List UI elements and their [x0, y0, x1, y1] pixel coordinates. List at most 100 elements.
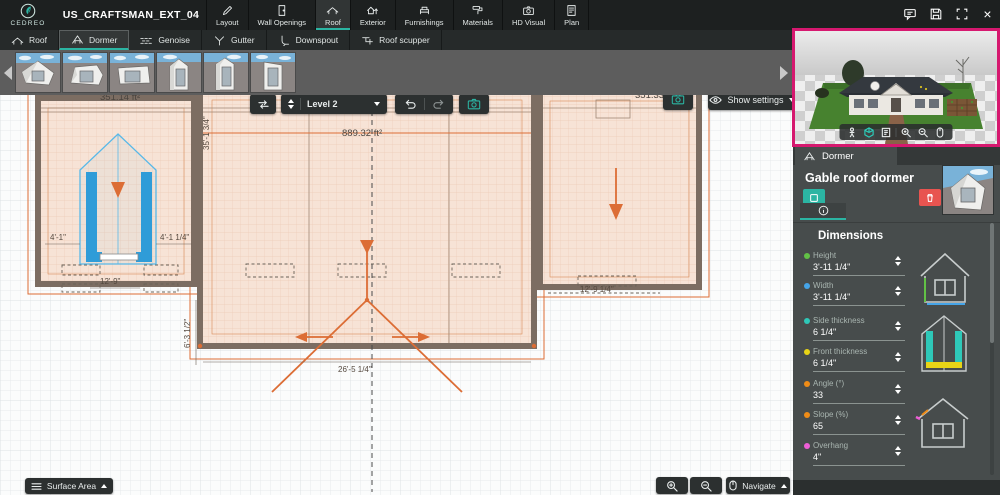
front-thickness-input[interactable]: 6 1/4" — [813, 358, 905, 372]
level-stepper[interactable] — [288, 99, 294, 109]
tab-roof[interactable]: Roof — [315, 0, 350, 30]
dormer-type-flat-thumb[interactable] — [110, 53, 154, 92]
front-thickness-stepper[interactable] — [895, 352, 901, 362]
angle-overhang-diagram — [910, 395, 976, 453]
angle-stepper[interactable] — [895, 384, 901, 394]
dormer-icon — [71, 34, 84, 45]
dormer-preview-thumbnail[interactable] — [943, 166, 993, 214]
roof-section-right — [540, 91, 699, 287]
dormer-type-wall-tall-thumb[interactable] — [204, 53, 248, 92]
level-selector-dropdown[interactable]: Level 2 — [281, 94, 387, 114]
tool-genoise[interactable]: Genoise — [129, 30, 202, 50]
dormer-type-wall-gable-thumb[interactable] — [157, 53, 201, 92]
angle-input[interactable]: 33 — [813, 390, 905, 404]
tool-roof[interactable]: Roof — [0, 30, 59, 50]
zoom-in-button[interactable] — [656, 477, 688, 494]
navigate-label: Navigate — [742, 481, 776, 491]
sync-levels-button[interactable] — [250, 94, 276, 114]
field-overhang: Overhang 4" — [813, 441, 905, 466]
preview-zoom-out-button[interactable] — [916, 126, 931, 138]
width-stepper[interactable] — [895, 286, 901, 296]
dim-right-width: 12'-9 1/4" — [580, 285, 614, 294]
delete-dormer-button[interactable] — [919, 189, 941, 206]
tab-wall-openings[interactable]: Wall Openings — [248, 0, 316, 30]
feedback-button[interactable] — [901, 5, 918, 22]
zoom-in-icon — [901, 127, 912, 138]
panel-tab-dormer[interactable]: Dormer — [795, 145, 897, 165]
dim-dormer-right: 4'-1 1/4" — [160, 233, 189, 242]
preview-navigate-button[interactable] — [933, 126, 948, 138]
panel-scrollbar — [990, 223, 994, 475]
walkthrough-button[interactable] — [845, 126, 860, 138]
preview-zoom-in-button[interactable] — [899, 126, 914, 138]
dormer-type-gable-thumb[interactable] — [16, 53, 60, 92]
slope-stepper[interactable] — [895, 415, 901, 425]
surface-area-button[interactable]: Surface Area — [25, 478, 113, 494]
panel-scrollbar-thumb[interactable] — [990, 223, 994, 343]
downspout-icon — [278, 35, 291, 46]
fullscreen-button[interactable] — [953, 5, 970, 22]
view-3d-button[interactable] — [862, 126, 877, 138]
roof-section-center — [200, 88, 534, 346]
tab-materials[interactable]: Materials — [453, 0, 502, 30]
paint-roller-icon — [471, 4, 484, 17]
chevron-down-icon — [374, 102, 380, 106]
width-input[interactable]: 3'-11 1/4" — [813, 292, 905, 306]
view-2d-button[interactable] — [879, 126, 894, 138]
navigate-button[interactable]: Navigate — [726, 477, 790, 494]
save-icon — [929, 7, 943, 21]
side-thickness-input[interactable]: 6 1/4" — [813, 327, 905, 341]
close-button[interactable]: × — [979, 5, 996, 22]
main-menu: Layout Wall Openings Roof Exterior Furni… — [206, 0, 589, 30]
cedreo-logo[interactable]: CEDREO — [0, 0, 56, 30]
zoom-out-icon — [918, 127, 929, 138]
genoise-icon — [140, 35, 153, 46]
tab-furnishings[interactable]: Furnishings — [395, 0, 453, 30]
zoom-out-button[interactable] — [690, 477, 722, 494]
preview-3d-viewport[interactable] — [792, 28, 1000, 147]
overhang-stepper[interactable] — [895, 446, 901, 456]
field-angle: Angle (°) 33 — [813, 379, 905, 404]
height-stepper[interactable] — [895, 256, 901, 266]
redo-button[interactable] — [432, 99, 445, 110]
level-selector-value: Level 2 — [307, 99, 368, 109]
save-button[interactable] — [927, 5, 944, 22]
height-input[interactable]: 3'-11 1/4" — [813, 262, 905, 276]
roof-icon — [326, 4, 339, 17]
undo-button[interactable] — [404, 99, 417, 110]
tool-downspout[interactable]: Downspout — [267, 30, 351, 50]
tool-roof-scupper[interactable]: Roof scupper — [350, 30, 442, 50]
tab-exterior[interactable]: Exterior — [350, 0, 395, 30]
panel-tab-info[interactable] — [800, 203, 846, 220]
slope-color-dot — [804, 412, 810, 418]
cube-3d-icon — [864, 127, 875, 138]
dormer-type-title: Gable roof dormer — [805, 171, 914, 185]
strip-scroll-left-button[interactable] — [0, 50, 16, 95]
thickness-diagram — [917, 313, 971, 377]
cedreo-leaf-icon — [20, 3, 36, 19]
preview-toolbar — [840, 124, 953, 140]
dormer-type-wall-flat-thumb[interactable] — [251, 53, 295, 92]
field-front-thickness: Front thickness 6 1/4" — [813, 347, 905, 372]
tool-dormer[interactable]: Dormer — [59, 30, 129, 50]
tab-layout[interactable]: Layout — [206, 0, 248, 30]
info-icon — [818, 205, 829, 216]
select-square-icon — [809, 193, 819, 203]
slope-input[interactable]: 65 — [813, 421, 905, 435]
overhang-input[interactable]: 4" — [813, 452, 905, 466]
angle-color-dot — [804, 381, 810, 387]
window-controls: × — [901, 5, 996, 22]
dim-left-offset: 6'-3 1/2" — [183, 319, 192, 348]
tab-plan[interactable]: Plan — [554, 0, 589, 30]
tool-gutter[interactable]: Gutter — [202, 30, 267, 50]
overhang-color-dot — [804, 443, 810, 449]
zoom-in-icon — [666, 480, 678, 492]
tab-hd-visual[interactable]: HD Visual — [502, 0, 554, 30]
dormer-properties-panel: Dormer Gable roof dormer Dimensions Heig… — [793, 145, 1000, 480]
capture-roof-center-button[interactable] — [459, 94, 489, 114]
strip-scroll-right-button[interactable] — [776, 50, 792, 95]
camera-icon — [522, 4, 535, 17]
side-thickness-stepper[interactable] — [895, 321, 901, 331]
dormer-type-hip-thumb[interactable] — [63, 53, 107, 92]
chevron-up-icon — [781, 484, 787, 488]
